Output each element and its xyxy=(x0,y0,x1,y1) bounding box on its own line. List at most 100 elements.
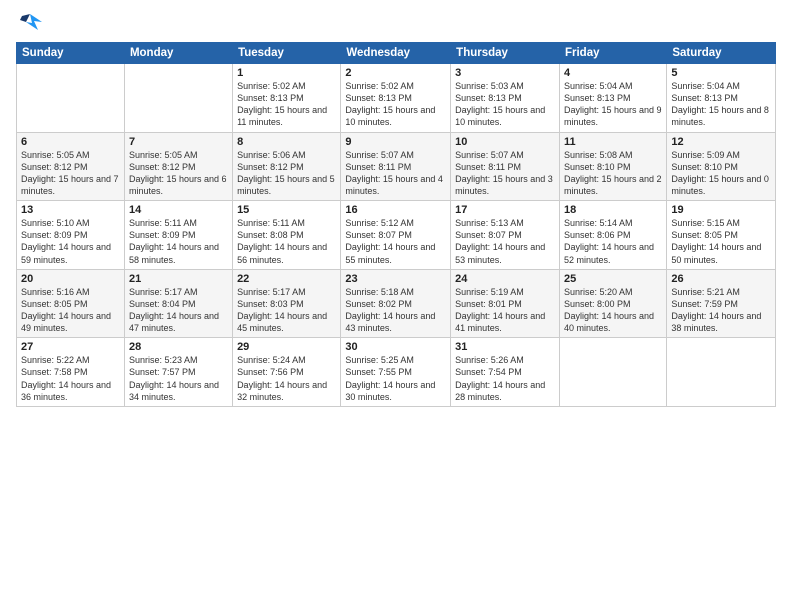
weekday-header-monday: Monday xyxy=(124,43,232,64)
cell-info: Sunrise: 5:16 AMSunset: 8:05 PMDaylight:… xyxy=(21,286,120,335)
logo-icon xyxy=(16,12,44,34)
calendar-cell: 27Sunrise: 5:22 AMSunset: 7:58 PMDayligh… xyxy=(17,338,125,407)
calendar-cell: 1Sunrise: 5:02 AMSunset: 8:13 PMDaylight… xyxy=(233,64,341,133)
weekday-header-row: SundayMondayTuesdayWednesdayThursdayFrid… xyxy=(17,43,776,64)
cell-info: Sunrise: 5:11 AMSunset: 8:09 PMDaylight:… xyxy=(129,217,228,266)
cell-day-number: 21 xyxy=(129,273,228,285)
calendar-cell: 22Sunrise: 5:17 AMSunset: 8:03 PMDayligh… xyxy=(233,269,341,338)
cell-day-number: 10 xyxy=(455,136,555,148)
cell-info: Sunrise: 5:22 AMSunset: 7:58 PMDaylight:… xyxy=(21,354,120,403)
logo xyxy=(16,12,48,34)
cell-info: Sunrise: 5:04 AMSunset: 8:13 PMDaylight:… xyxy=(564,80,662,129)
cell-info: Sunrise: 5:05 AMSunset: 8:12 PMDaylight:… xyxy=(21,149,120,198)
cell-info: Sunrise: 5:25 AMSunset: 7:55 PMDaylight:… xyxy=(345,354,446,403)
calendar-cell: 29Sunrise: 5:24 AMSunset: 7:56 PMDayligh… xyxy=(233,338,341,407)
cell-day-number: 28 xyxy=(129,341,228,353)
cell-day-number: 8 xyxy=(237,136,336,148)
header xyxy=(16,12,776,34)
cell-day-number: 16 xyxy=(345,204,446,216)
calendar-cell: 16Sunrise: 5:12 AMSunset: 8:07 PMDayligh… xyxy=(341,201,451,270)
week-row-2: 6Sunrise: 5:05 AMSunset: 8:12 PMDaylight… xyxy=(17,132,776,201)
calendar-cell: 28Sunrise: 5:23 AMSunset: 7:57 PMDayligh… xyxy=(124,338,232,407)
cell-info: Sunrise: 5:17 AMSunset: 8:04 PMDaylight:… xyxy=(129,286,228,335)
weekday-header-saturday: Saturday xyxy=(667,43,776,64)
calendar-cell: 21Sunrise: 5:17 AMSunset: 8:04 PMDayligh… xyxy=(124,269,232,338)
cell-info: Sunrise: 5:08 AMSunset: 8:10 PMDaylight:… xyxy=(564,149,662,198)
cell-day-number: 17 xyxy=(455,204,555,216)
weekday-header-thursday: Thursday xyxy=(451,43,560,64)
cell-info: Sunrise: 5:18 AMSunset: 8:02 PMDaylight:… xyxy=(345,286,446,335)
cell-day-number: 6 xyxy=(21,136,120,148)
cell-info: Sunrise: 5:07 AMSunset: 8:11 PMDaylight:… xyxy=(345,149,446,198)
week-row-5: 27Sunrise: 5:22 AMSunset: 7:58 PMDayligh… xyxy=(17,338,776,407)
cell-day-number: 14 xyxy=(129,204,228,216)
calendar-cell xyxy=(124,64,232,133)
cell-info: Sunrise: 5:02 AMSunset: 8:13 PMDaylight:… xyxy=(345,80,446,129)
cell-info: Sunrise: 5:20 AMSunset: 8:00 PMDaylight:… xyxy=(564,286,662,335)
calendar-cell: 12Sunrise: 5:09 AMSunset: 8:10 PMDayligh… xyxy=(667,132,776,201)
cell-info: Sunrise: 5:07 AMSunset: 8:11 PMDaylight:… xyxy=(455,149,555,198)
calendar-cell: 26Sunrise: 5:21 AMSunset: 7:59 PMDayligh… xyxy=(667,269,776,338)
calendar-cell: 8Sunrise: 5:06 AMSunset: 8:12 PMDaylight… xyxy=(233,132,341,201)
cell-info: Sunrise: 5:13 AMSunset: 8:07 PMDaylight:… xyxy=(455,217,555,266)
calendar-cell: 20Sunrise: 5:16 AMSunset: 8:05 PMDayligh… xyxy=(17,269,125,338)
cell-day-number: 20 xyxy=(21,273,120,285)
page: SundayMondayTuesdayWednesdayThursdayFrid… xyxy=(0,0,792,612)
cell-day-number: 25 xyxy=(564,273,662,285)
cell-info: Sunrise: 5:04 AMSunset: 8:13 PMDaylight:… xyxy=(671,80,771,129)
cell-info: Sunrise: 5:06 AMSunset: 8:12 PMDaylight:… xyxy=(237,149,336,198)
calendar: SundayMondayTuesdayWednesdayThursdayFrid… xyxy=(16,42,776,407)
calendar-cell: 14Sunrise: 5:11 AMSunset: 8:09 PMDayligh… xyxy=(124,201,232,270)
cell-day-number: 9 xyxy=(345,136,446,148)
calendar-cell: 25Sunrise: 5:20 AMSunset: 8:00 PMDayligh… xyxy=(559,269,666,338)
weekday-header-sunday: Sunday xyxy=(17,43,125,64)
calendar-cell: 15Sunrise: 5:11 AMSunset: 8:08 PMDayligh… xyxy=(233,201,341,270)
cell-info: Sunrise: 5:10 AMSunset: 8:09 PMDaylight:… xyxy=(21,217,120,266)
cell-day-number: 4 xyxy=(564,67,662,79)
weekday-header-wednesday: Wednesday xyxy=(341,43,451,64)
cell-day-number: 3 xyxy=(455,67,555,79)
cell-info: Sunrise: 5:17 AMSunset: 8:03 PMDaylight:… xyxy=(237,286,336,335)
cell-day-number: 7 xyxy=(129,136,228,148)
calendar-cell: 10Sunrise: 5:07 AMSunset: 8:11 PMDayligh… xyxy=(451,132,560,201)
weekday-header-friday: Friday xyxy=(559,43,666,64)
cell-info: Sunrise: 5:26 AMSunset: 7:54 PMDaylight:… xyxy=(455,354,555,403)
cell-info: Sunrise: 5:23 AMSunset: 7:57 PMDaylight:… xyxy=(129,354,228,403)
calendar-cell: 24Sunrise: 5:19 AMSunset: 8:01 PMDayligh… xyxy=(451,269,560,338)
calendar-cell: 6Sunrise: 5:05 AMSunset: 8:12 PMDaylight… xyxy=(17,132,125,201)
cell-day-number: 5 xyxy=(671,67,771,79)
calendar-cell: 23Sunrise: 5:18 AMSunset: 8:02 PMDayligh… xyxy=(341,269,451,338)
week-row-4: 20Sunrise: 5:16 AMSunset: 8:05 PMDayligh… xyxy=(17,269,776,338)
cell-day-number: 2 xyxy=(345,67,446,79)
calendar-cell: 7Sunrise: 5:05 AMSunset: 8:12 PMDaylight… xyxy=(124,132,232,201)
weekday-header-tuesday: Tuesday xyxy=(233,43,341,64)
calendar-cell: 9Sunrise: 5:07 AMSunset: 8:11 PMDaylight… xyxy=(341,132,451,201)
cell-info: Sunrise: 5:09 AMSunset: 8:10 PMDaylight:… xyxy=(671,149,771,198)
cell-day-number: 15 xyxy=(237,204,336,216)
cell-info: Sunrise: 5:02 AMSunset: 8:13 PMDaylight:… xyxy=(237,80,336,129)
cell-day-number: 24 xyxy=(455,273,555,285)
cell-day-number: 22 xyxy=(237,273,336,285)
calendar-cell: 19Sunrise: 5:15 AMSunset: 8:05 PMDayligh… xyxy=(667,201,776,270)
cell-info: Sunrise: 5:15 AMSunset: 8:05 PMDaylight:… xyxy=(671,217,771,266)
cell-info: Sunrise: 5:14 AMSunset: 8:06 PMDaylight:… xyxy=(564,217,662,266)
cell-day-number: 31 xyxy=(455,341,555,353)
cell-info: Sunrise: 5:24 AMSunset: 7:56 PMDaylight:… xyxy=(237,354,336,403)
calendar-cell: 18Sunrise: 5:14 AMSunset: 8:06 PMDayligh… xyxy=(559,201,666,270)
calendar-cell: 31Sunrise: 5:26 AMSunset: 7:54 PMDayligh… xyxy=(451,338,560,407)
week-row-3: 13Sunrise: 5:10 AMSunset: 8:09 PMDayligh… xyxy=(17,201,776,270)
calendar-cell xyxy=(667,338,776,407)
cell-info: Sunrise: 5:05 AMSunset: 8:12 PMDaylight:… xyxy=(129,149,228,198)
calendar-cell: 5Sunrise: 5:04 AMSunset: 8:13 PMDaylight… xyxy=(667,64,776,133)
cell-info: Sunrise: 5:11 AMSunset: 8:08 PMDaylight:… xyxy=(237,217,336,266)
calendar-cell: 11Sunrise: 5:08 AMSunset: 8:10 PMDayligh… xyxy=(559,132,666,201)
cell-day-number: 13 xyxy=(21,204,120,216)
calendar-cell: 17Sunrise: 5:13 AMSunset: 8:07 PMDayligh… xyxy=(451,201,560,270)
cell-day-number: 27 xyxy=(21,341,120,353)
cell-info: Sunrise: 5:03 AMSunset: 8:13 PMDaylight:… xyxy=(455,80,555,129)
cell-day-number: 19 xyxy=(671,204,771,216)
calendar-cell: 30Sunrise: 5:25 AMSunset: 7:55 PMDayligh… xyxy=(341,338,451,407)
week-row-1: 1Sunrise: 5:02 AMSunset: 8:13 PMDaylight… xyxy=(17,64,776,133)
cell-day-number: 26 xyxy=(671,273,771,285)
cell-day-number: 30 xyxy=(345,341,446,353)
